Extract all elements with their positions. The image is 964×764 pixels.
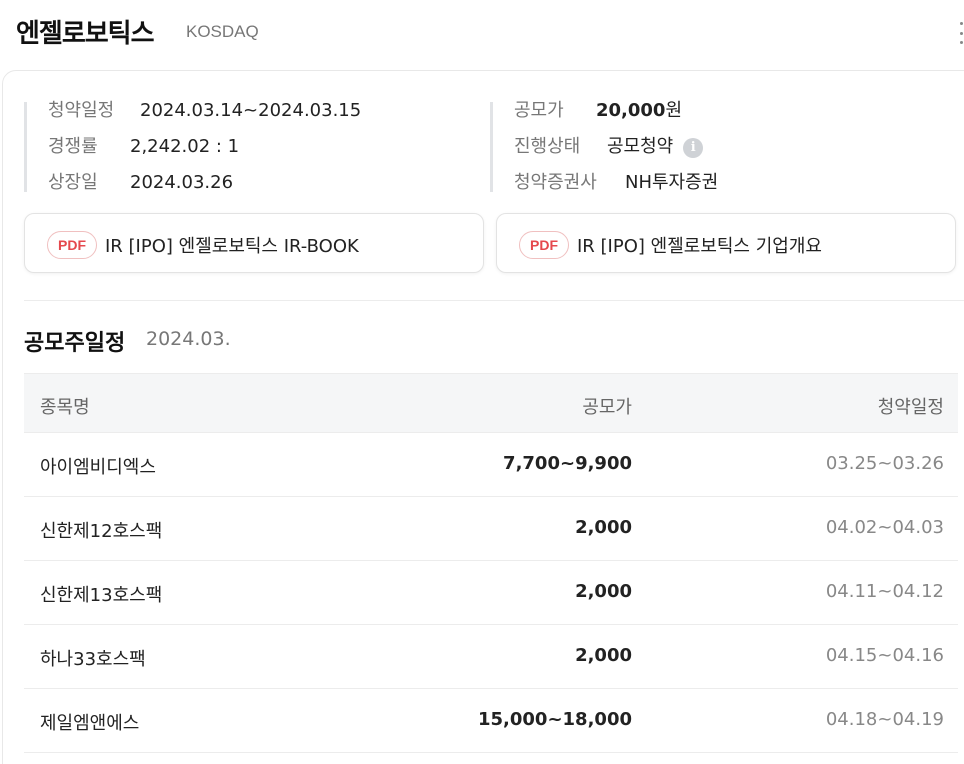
section-divider bbox=[24, 300, 964, 301]
info-label: 공모가 bbox=[514, 100, 564, 121]
table-row[interactable]: 신한제13호스팩 2,000 04.11~04.12 bbox=[24, 561, 958, 625]
row-dates: 04.02~04.03 bbox=[825, 517, 944, 538]
row-name: 제일엠앤에스 bbox=[40, 713, 140, 734]
row-dates: 04.11~04.12 bbox=[825, 581, 944, 602]
table-header: 종목명 공모가 청약일정 bbox=[24, 373, 958, 433]
info-value: 공모청약 i bbox=[607, 135, 704, 159]
info-label: 상장일 bbox=[48, 172, 98, 193]
row-price: 15,000~18,000 bbox=[477, 709, 632, 730]
info-label: 청약일정 bbox=[48, 100, 115, 121]
info-value: NH투자증권 bbox=[625, 172, 719, 193]
info-divider-bar bbox=[490, 102, 493, 192]
table-row[interactable]: 제일엠앤에스 15,000~18,000 04.18~04.19 bbox=[24, 689, 958, 753]
info-value: 2,242.02 : 1 bbox=[130, 136, 240, 157]
info-value: 20,000원 bbox=[596, 99, 682, 123]
column-header-dates: 청약일정 bbox=[877, 397, 944, 418]
schedule-month[interactable]: 2024.03. bbox=[146, 328, 231, 350]
document-label: IR [IPO] 엔젤로보틱스 IR-BOOK bbox=[105, 236, 359, 257]
row-price: 2,000 bbox=[575, 581, 632, 602]
info-divider-bar bbox=[24, 102, 27, 192]
table-row[interactable]: 하나33호스팩 2,000 04.15~04.16 bbox=[24, 625, 958, 689]
info-value: 2024.03.26 bbox=[130, 172, 234, 193]
pdf-icon: PDF bbox=[519, 231, 569, 259]
info-label: 청약증권사 bbox=[514, 172, 597, 193]
row-dates: 04.15~04.16 bbox=[825, 645, 944, 666]
row-name: 아이엠비디엑스 bbox=[40, 457, 156, 478]
row-dates: 03.25~03.26 bbox=[825, 453, 944, 474]
document-label: IR [IPO] 엔젤로보틱스 기업개요 bbox=[577, 236, 822, 257]
header: 엔젤로보틱스 KOSDAQ bbox=[0, 0, 964, 66]
offer-price-value: 20,000 bbox=[596, 100, 666, 121]
row-name: 신한제12호스팩 bbox=[40, 521, 163, 542]
status-value: 공모청약 bbox=[607, 136, 674, 157]
table-row[interactable]: 아이엠비디엑스 7,700~9,900 03.25~03.26 bbox=[24, 433, 958, 497]
column-header-price: 공모가 bbox=[582, 397, 632, 418]
column-header-name: 종목명 bbox=[40, 397, 90, 418]
row-dates: 04.18~04.19 bbox=[825, 709, 944, 730]
ipo-info-left: 청약일정 2024.03.14~2024.03.15 경쟁률 2,242.02 … bbox=[24, 100, 464, 194]
schedule-title: 공모주일정 bbox=[24, 331, 126, 356]
more-vertical-icon[interactable] bbox=[958, 22, 964, 44]
row-name: 하나33호스팩 bbox=[40, 649, 146, 670]
ipo-schedule-table: 종목명 공모가 청약일정 아이엠비디엑스 7,700~9,900 03.25~0… bbox=[24, 373, 958, 753]
company-title: 엔젤로보틱스 bbox=[16, 19, 155, 49]
row-price: 2,000 bbox=[575, 517, 632, 538]
ir-book-button[interactable]: PDF IR [IPO] 엔젤로보틱스 IR-BOOK bbox=[24, 213, 484, 273]
table-row[interactable]: 신한제12호스팩 2,000 04.02~04.03 bbox=[24, 497, 958, 561]
row-name: 신한제13호스팩 bbox=[40, 585, 163, 606]
pdf-icon: PDF bbox=[47, 231, 97, 259]
offer-price-unit: 원 bbox=[665, 100, 683, 121]
ipo-info-right: 공모가 20,000원 진행상태 공모청약 i 청약증권사 NH투자증권 bbox=[490, 99, 960, 194]
info-label: 경쟁률 bbox=[48, 136, 98, 157]
info-label: 진행상태 bbox=[514, 136, 581, 157]
info-icon[interactable]: i bbox=[683, 138, 704, 158]
market-label: KOSDAQ bbox=[186, 22, 259, 41]
info-value: 2024.03.14~2024.03.15 bbox=[140, 100, 362, 121]
company-overview-button[interactable]: PDF IR [IPO] 엔젤로보틱스 기업개요 bbox=[496, 213, 956, 273]
row-price: 2,000 bbox=[575, 645, 632, 666]
row-price: 7,700~9,900 bbox=[503, 453, 632, 474]
